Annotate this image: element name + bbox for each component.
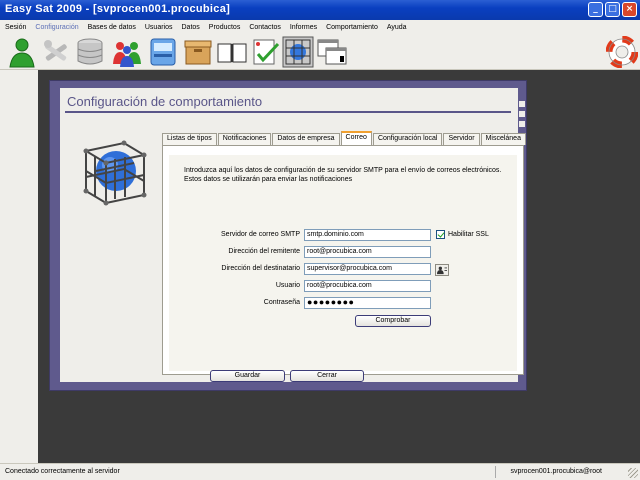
menu-comportamiento[interactable]: Comportamiento <box>326 24 378 31</box>
toolbar <box>0 34 640 70</box>
close-dialog-button[interactable]: Cerrar <box>290 370 364 382</box>
smtp-label: Servidor de correo SMTP <box>221 231 300 238</box>
sender-input[interactable]: root@procubica.com <box>304 246 431 258</box>
book-icon[interactable] <box>216 36 248 68</box>
cube-icon[interactable] <box>282 36 314 68</box>
user-label: Usuario <box>275 282 300 289</box>
tab-servidor[interactable]: Servidor <box>443 133 480 145</box>
ssl-checkbox[interactable] <box>436 230 445 239</box>
checklist-icon[interactable] <box>250 36 282 68</box>
cube-logo-icon <box>83 140 147 206</box>
computer-icon[interactable] <box>147 36 179 68</box>
dialog-title: Configuración de comportamiento <box>67 94 263 109</box>
menu-informes[interactable]: Informes <box>290 24 317 31</box>
tab-listas-de-tipos[interactable]: Listas de tipos <box>162 133 217 145</box>
save-button[interactable]: Guardar <box>210 370 285 382</box>
tab-strip: Listas de tipos Notificaciones Datos de … <box>162 131 527 145</box>
ssl-label: Habilitar SSL <box>448 231 489 238</box>
users-group-icon[interactable] <box>111 36 143 68</box>
menu-ayuda[interactable]: Ayuda <box>387 24 407 31</box>
tools-icon[interactable] <box>40 36 72 68</box>
connection-status: Conectado correctamente al servidor <box>5 468 120 475</box>
recipient-input[interactable]: supervisor@procubica.com <box>304 263 431 275</box>
maximize-button[interactable]: □ <box>605 2 620 17</box>
database-icon[interactable] <box>74 36 106 68</box>
status-separator <box>495 466 496 478</box>
password-input[interactable]: ●●●●●●●● <box>304 297 431 309</box>
intro-text: Introduzca aquí los datos de configuraci… <box>184 167 502 183</box>
server-user-status: svprocen001.procubica@root <box>510 468 602 475</box>
user-input[interactable]: root@procubica.com <box>304 280 431 292</box>
user-icon[interactable] <box>6 36 38 68</box>
box-icon[interactable] <box>182 36 214 68</box>
windows-icon[interactable] <box>316 36 348 68</box>
title-divider <box>65 111 511 113</box>
tab-datos-de-empresa[interactable]: Datos de empresa <box>272 133 340 145</box>
minimize-button[interactable]: _ <box>588 2 603 17</box>
menu-usuarios[interactable]: Usuarios <box>145 24 173 31</box>
menu-datos[interactable]: Datos <box>182 24 200 31</box>
menu-productos[interactable]: Productos <box>209 24 241 31</box>
window-controls: _ □ × <box>588 2 637 17</box>
password-label: Contraseña <box>263 299 300 306</box>
correo-tab-panel: Introduzca aquí los datos de configuraci… <box>162 145 524 375</box>
ssl-option: Habilitar SSL <box>436 230 489 239</box>
menu-configuracion[interactable]: Configuración <box>35 24 78 31</box>
dialog-side-decor <box>519 101 525 131</box>
tab-correo[interactable]: Correo <box>340 131 372 145</box>
recipient-label: Dirección del destinatario <box>221 265 300 272</box>
sender-label: Dirección del remitente <box>228 248 300 255</box>
menu-bar: Sesión Configuración Bases de datos Usua… <box>0 20 640 34</box>
title-bar: Easy Sat 2009 - [svprocen001.procubica] … <box>0 0 640 20</box>
behavior-config-dialog: Configuración de comportamiento Listas d… <box>49 80 527 391</box>
lifebuoy-icon[interactable] <box>606 36 638 68</box>
menu-sesion[interactable]: Sesión <box>5 24 26 31</box>
resize-grip[interactable] <box>628 468 638 478</box>
status-bar: Conectado correctamente al servidor svpr… <box>0 463 640 480</box>
tab-notificaciones[interactable]: Notificaciones <box>217 133 272 145</box>
window-title: Easy Sat 2009 - [svprocen001.procubica] <box>5 3 231 15</box>
left-panel <box>0 70 38 463</box>
dialog-body: Configuración de comportamiento Listas d… <box>60 88 526 382</box>
close-button[interactable]: × <box>622 2 637 17</box>
contacts-picker-button[interactable] <box>435 264 449 276</box>
tab-miscelanea[interactable]: Miscelánea <box>480 133 526 145</box>
correo-form: Introduzca aquí los datos de configuraci… <box>169 155 517 371</box>
menu-contactos[interactable]: Contactos <box>249 24 281 31</box>
test-button[interactable]: Comprobar <box>355 315 431 327</box>
tab-configuracion-local[interactable]: Configuración local <box>372 133 443 145</box>
menu-bases-de-datos[interactable]: Bases de datos <box>88 24 136 31</box>
smtp-input[interactable]: smtp.dominio.com <box>304 229 431 241</box>
